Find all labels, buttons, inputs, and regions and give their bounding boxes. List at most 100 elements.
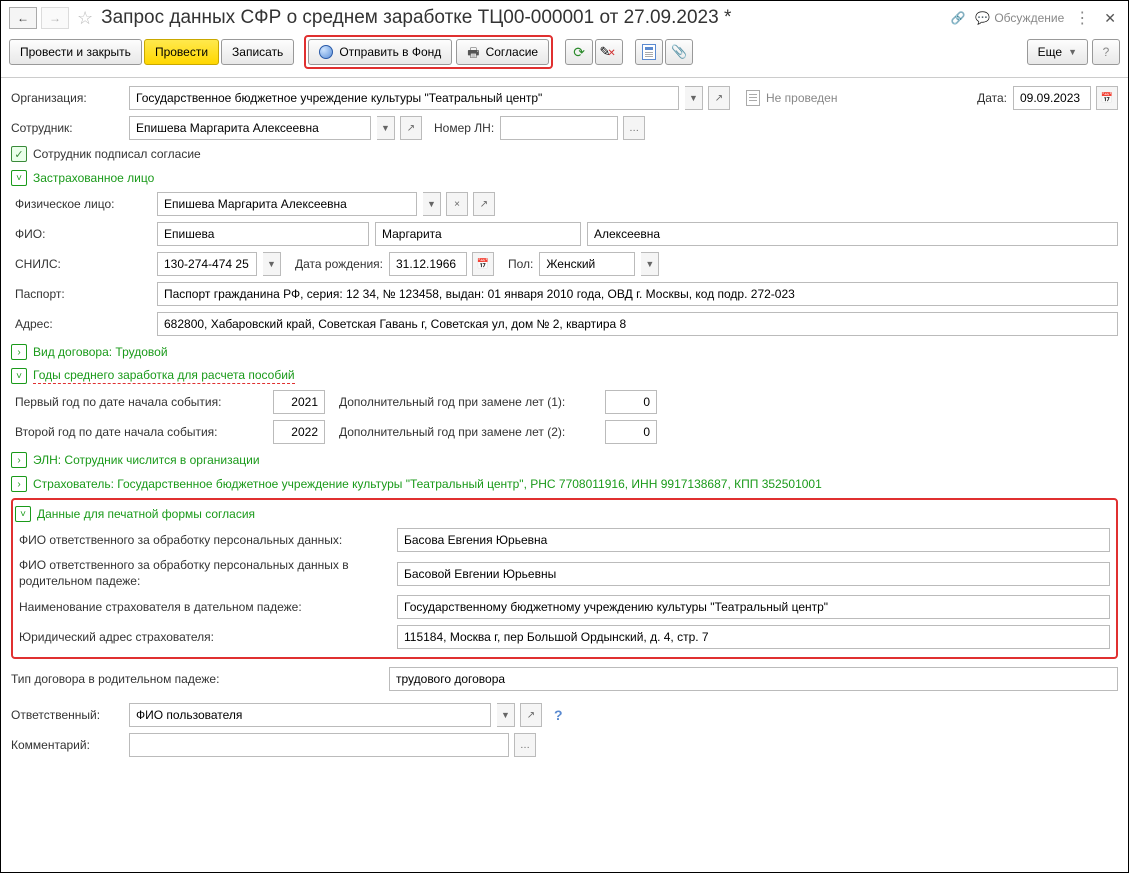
employee-open[interactable]: ↗: [400, 116, 422, 140]
question-icon: ?: [1103, 45, 1110, 59]
highlighted-button-group: Отправить в Фонд Согласие: [304, 35, 553, 69]
chevron-right-icon: ›: [11, 476, 27, 492]
date-calendar-button[interactable]: 📅: [1096, 86, 1118, 110]
snils-label: СНИЛС:: [15, 257, 151, 271]
chevron-right-icon: ›: [11, 452, 27, 468]
extra-year2-field[interactable]: [605, 420, 657, 444]
ln-field[interactable]: [500, 116, 618, 140]
nav-forward-button[interactable]: →: [41, 7, 69, 29]
address-field[interactable]: [157, 312, 1118, 336]
patronymic-field[interactable]: [587, 222, 1118, 246]
header-bar: ← → ☆ Запрос данных СФР о среднем зарабо…: [1, 1, 1128, 31]
responsible-bottom-label: Ответственный:: [11, 708, 123, 722]
consent-signed-label: Сотрудник подписал согласие: [33, 147, 201, 161]
chevron-down-icon: ▼: [1068, 47, 1077, 57]
passport-label: Паспорт:: [15, 287, 151, 301]
chevron-down-icon: ˅: [11, 368, 27, 384]
organization-dropdown[interactable]: ▼: [685, 86, 703, 110]
responsible-bottom-field[interactable]: [129, 703, 491, 727]
lastname-field[interactable]: [157, 222, 369, 246]
post-button[interactable]: Провести: [144, 39, 219, 65]
fio-label: ФИО:: [15, 227, 151, 241]
section-years[interactable]: ˅ Годы среднего заработка для расчета по…: [11, 368, 1118, 384]
responsible-dropdown[interactable]: ▼: [497, 703, 515, 727]
responsible-label: ФИО ответственного за обработку персонал…: [19, 533, 391, 547]
section-eln[interactable]: › ЭЛН: Сотрудник числится в организации: [11, 452, 1118, 468]
employee-label: Сотрудник:: [11, 121, 123, 135]
contract-type-gen-label: Тип договора в родительном падеже:: [11, 672, 383, 686]
globe-icon: [319, 45, 333, 59]
clip-icon: 📎: [671, 44, 687, 60]
section-consent-data[interactable]: ˅ Данные для печатной формы согласия: [15, 506, 1110, 522]
consent-data-highlight: ˅ Данные для печатной формы согласия ФИО…: [11, 498, 1118, 659]
organization-open[interactable]: ↗: [708, 86, 730, 110]
link-icon[interactable]: 🔗: [950, 11, 965, 25]
year2-field[interactable]: [273, 420, 325, 444]
responsible-open[interactable]: ↗: [520, 703, 542, 727]
discussion-link[interactable]: 💬 Обсуждение: [975, 11, 1064, 25]
organization-field[interactable]: [129, 86, 679, 110]
employee-dropdown[interactable]: ▼: [377, 116, 395, 140]
more-button[interactable]: Еще ▼: [1027, 39, 1088, 65]
employee-field[interactable]: [129, 116, 371, 140]
insurer-dat-field[interactable]: [397, 595, 1110, 619]
gender-label: Пол:: [508, 257, 533, 271]
date-label: Дата:: [977, 91, 1007, 105]
extra-year1-field[interactable]: [605, 390, 657, 414]
section-insurer[interactable]: › Страхователь: Государственное бюджетно…: [11, 476, 1118, 492]
discussion-label: Обсуждение: [994, 11, 1064, 25]
physface-field[interactable]: [157, 192, 417, 216]
physface-clear[interactable]: ×: [446, 192, 468, 216]
chevron-down-icon: ˅: [11, 170, 27, 186]
extra-year1-label: Дополнительный год при замене лет (1):: [339, 395, 599, 409]
physface-label: Физическое лицо:: [15, 197, 151, 211]
more-menu-icon[interactable]: ⋮: [1074, 8, 1090, 28]
consent-checkbox[interactable]: ✓: [11, 146, 27, 162]
section-contract-type[interactable]: › Вид договора: Трудовой: [11, 344, 1118, 360]
close-button[interactable]: ✕: [1100, 10, 1120, 27]
address-label: Адрес:: [15, 317, 151, 331]
date-field[interactable]: [1013, 86, 1091, 110]
physface-open[interactable]: ↗: [473, 192, 495, 216]
report-button[interactable]: [635, 39, 663, 65]
gender-field[interactable]: [539, 252, 635, 276]
birth-field[interactable]: [389, 252, 467, 276]
attachment-button[interactable]: 📎: [665, 39, 693, 65]
responsible-gen-field[interactable]: [397, 562, 1110, 586]
comment-field[interactable]: [129, 733, 509, 757]
legal-addr-field[interactable]: [397, 625, 1110, 649]
responsible-help[interactable]: ?: [554, 707, 563, 723]
birth-calendar[interactable]: 📅: [472, 252, 494, 276]
firstname-field[interactable]: [375, 222, 581, 246]
favorite-star-icon[interactable]: ☆: [77, 8, 93, 29]
year2-label: Второй год по дате начала события:: [15, 425, 267, 439]
consent-button[interactable]: Согласие: [456, 39, 549, 65]
comment-label: Комментарий:: [11, 738, 123, 752]
contract-type-gen-field[interactable]: [389, 667, 1118, 691]
send-to-fund-button[interactable]: Отправить в Фонд: [308, 39, 452, 65]
section-insured-person[interactable]: ˅ Застрахованное лицо: [11, 170, 1118, 186]
ln-select-button[interactable]: …: [623, 116, 645, 140]
snils-field[interactable]: [157, 252, 257, 276]
physface-dropdown[interactable]: ▼: [423, 192, 441, 216]
refresh-button[interactable]: ⟳: [565, 39, 593, 65]
document-icon: [746, 90, 760, 106]
post-and-close-button[interactable]: Провести и закрыть: [9, 39, 142, 65]
nav-back-button[interactable]: ←: [9, 7, 37, 29]
responsible-field[interactable]: [397, 528, 1110, 552]
year1-field[interactable]: [273, 390, 325, 414]
passport-field[interactable]: [157, 282, 1118, 306]
write-button[interactable]: Записать: [221, 39, 294, 65]
toolbar: Провести и закрыть Провести Записать Отп…: [1, 31, 1128, 78]
snils-dropdown[interactable]: ▼: [263, 252, 281, 276]
insurer-dat-label: Наименование страхователя в дательном па…: [19, 600, 391, 614]
chevron-down-icon: ˅: [15, 506, 31, 522]
birth-label: Дата рождения:: [295, 257, 383, 271]
gender-dropdown[interactable]: ▼: [641, 252, 659, 276]
comment-ellipsis[interactable]: …: [514, 733, 536, 757]
refresh-icon: ⟳: [573, 44, 585, 61]
chevron-right-icon: ›: [11, 344, 27, 360]
edit-cancel-button[interactable]: ✎✕: [595, 39, 623, 65]
help-button[interactable]: ?: [1092, 39, 1120, 65]
content-area: Организация: ▼ ↗ Не проведен Дата: 📅 Сот…: [1, 78, 1128, 881]
